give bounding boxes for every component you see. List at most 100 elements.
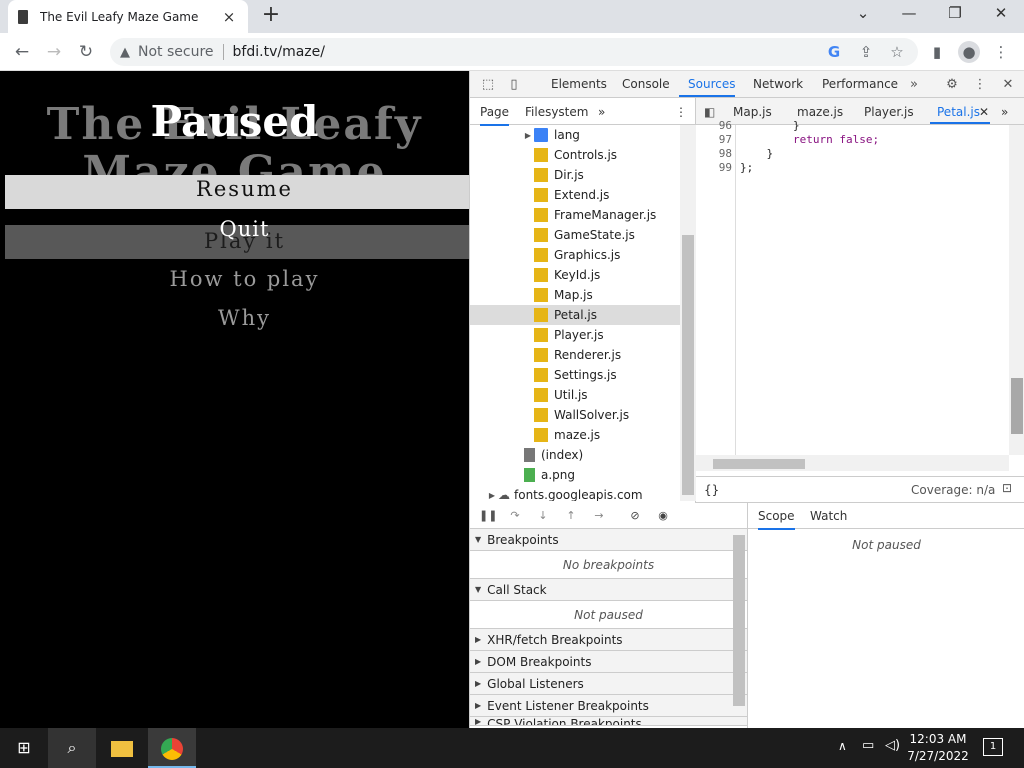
tree-item-file[interactable]: (index) <box>470 445 680 465</box>
how-to-play-menu-item[interactable]: How to play <box>0 267 469 291</box>
tree-item-file[interactable]: Map.js <box>470 285 680 305</box>
tree-item-folder[interactable]: ▶ lang <box>470 125 680 145</box>
editor-tab-petal[interactable]: Petal.js <box>937 105 980 119</box>
step-into-icon[interactable]: ↓ <box>535 508 551 524</box>
csp-violation-breakpoints-section-header[interactable]: ▶ CSP Violation Breakpoints <box>470 717 747 726</box>
editor-tab-maze[interactable]: maze.js <box>797 105 843 119</box>
settings-gear-icon[interactable]: ⚙ <box>942 75 962 95</box>
deactivate-breakpoints-icon[interactable]: ⊘ <box>627 508 643 524</box>
step-over-icon[interactable]: ↷ <box>507 508 523 524</box>
clock[interactable]: 12:03 AM 7/27/2022 <box>905 731 971 765</box>
tab-watch[interactable]: Watch <box>810 509 847 523</box>
tab-scope[interactable]: Scope <box>758 509 795 530</box>
line-number[interactable]: 99 <box>696 161 732 174</box>
warning-icon[interactable]: ▲ <box>120 45 130 60</box>
toggle-navigator-icon[interactable]: ◧ <box>704 105 715 119</box>
url-text[interactable]: bfdi.tv/maze/ <box>233 44 325 60</box>
toggle-drawer-icon[interactable]: ⊡ <box>1002 481 1012 495</box>
more-editor-tabs-icon[interactable]: » <box>1001 105 1008 119</box>
pretty-print-button[interactable]: {} <box>704 483 719 497</box>
google-lens-icon[interactable]: G <box>823 41 845 63</box>
menu-kebab-icon[interactable]: ⋮ <box>990 41 1012 63</box>
more-navigator-tabs-icon[interactable]: » <box>598 105 605 119</box>
navtab-filesystem[interactable]: Filesystem <box>525 105 588 119</box>
pause-resume-icon[interactable]: ❚❚ <box>479 508 497 524</box>
inspect-element-icon[interactable]: ⬚ <box>478 75 498 95</box>
event-listener-breakpoints-section-header[interactable]: ▶ Event Listener Breakpoints <box>470 695 747 717</box>
editor-tab-map[interactable]: Map.js <box>733 105 772 119</box>
profile-avatar-icon[interactable]: ● <box>958 41 980 63</box>
expand-arrow-icon[interactable]: ▶ <box>486 491 498 500</box>
resume-button[interactable]: Resume <box>0 177 469 201</box>
pause-on-exceptions-icon[interactable]: ◉ <box>655 508 671 524</box>
tree-item-file-selected[interactable]: Petal.js <box>470 305 680 325</box>
side-panel-icon[interactable]: ▮ <box>926 41 948 63</box>
notifications-icon[interactable]: 1 <box>983 738 1003 756</box>
code-line[interactable]: } <box>740 147 773 160</box>
dom-breakpoints-section-header[interactable]: ▶ DOM Breakpoints <box>470 651 747 673</box>
tree-item-file[interactable]: KeyId.js <box>470 265 680 285</box>
more-tabs-icon[interactable]: » <box>904 75 924 95</box>
new-tab-button[interactable]: + <box>260 4 282 27</box>
tree-item-domain[interactable]: ▶ ☁ fonts.googleapis.com <box>470 485 680 501</box>
forward-button[interactable]: → <box>42 40 66 64</box>
tree-item-file[interactable]: a.png <box>470 465 680 485</box>
tree-item-file[interactable]: Graphics.js <box>470 245 680 265</box>
tab-sources[interactable]: Sources <box>688 77 735 91</box>
tab-performance[interactable]: Performance <box>822 77 898 91</box>
debugger-scroll-thumb[interactable] <box>733 535 745 706</box>
tab-elements[interactable]: Elements <box>551 77 607 91</box>
volume-icon[interactable]: ◁) <box>885 738 900 753</box>
tree-item-file[interactable]: Dir.js <box>470 165 680 185</box>
tree-item-file[interactable]: Settings.js <box>470 365 680 385</box>
line-number[interactable]: 96 <box>696 119 732 132</box>
network-icon[interactable]: ▭ <box>862 738 874 753</box>
device-toolbar-icon[interactable]: ▯ <box>504 75 524 95</box>
tab-network[interactable]: Network <box>753 77 803 91</box>
step-out-icon[interactable]: ↑ <box>563 508 579 524</box>
call-stack-section-header[interactable]: ▼ Call Stack <box>470 579 747 601</box>
tab-console[interactable]: Console <box>622 77 670 91</box>
tree-item-file[interactable]: Controls.js <box>470 145 680 165</box>
xhr-breakpoints-section-header[interactable]: ▶ XHR/fetch Breakpoints <box>470 629 747 651</box>
browser-tab[interactable]: The Evil Leafy Maze Game × <box>8 0 248 33</box>
line-number[interactable]: 97 <box>696 133 732 146</box>
address-bar[interactable]: ▲ Not secure bfdi.tv/maze/ <box>110 38 918 66</box>
share-icon[interactable]: ⇪ <box>855 41 877 63</box>
expand-arrow-icon[interactable]: ▶ <box>522 131 534 140</box>
code-line[interactable]: }; <box>740 161 753 174</box>
close-editor-tab-icon[interactable]: ✕ <box>979 105 989 119</box>
devtools-menu-icon[interactable]: ⋮ <box>970 75 990 95</box>
tree-item-file[interactable]: Extend.js <box>470 185 680 205</box>
file-explorer-icon[interactable] <box>98 728 146 768</box>
navigator-menu-icon[interactable]: ⋮ <box>675 105 687 119</box>
step-icon[interactable]: → <box>591 508 607 524</box>
tree-item-file[interactable]: GameState.js <box>470 225 680 245</box>
editor-horizontal-scroll-thumb[interactable] <box>713 459 805 469</box>
back-button[interactable]: ← <box>10 40 34 64</box>
why-menu-item[interactable]: Why <box>0 306 469 330</box>
breakpoints-section-header[interactable]: ▼ Breakpoints <box>470 529 747 551</box>
line-number[interactable]: 98 <box>696 147 732 160</box>
tab-close-icon[interactable]: × <box>220 8 238 26</box>
close-window-button[interactable]: ✕ <box>986 4 1016 26</box>
chrome-taskbar-icon[interactable] <box>148 728 196 768</box>
show-hidden-icons-icon[interactable]: ∧ <box>838 739 847 753</box>
code-line[interactable]: return false; <box>740 133 879 146</box>
global-listeners-section-header[interactable]: ▶ Global Listeners <box>470 673 747 695</box>
minimize-button[interactable]: — <box>894 4 924 26</box>
restore-button[interactable]: ❐ <box>940 4 970 26</box>
quit-button[interactable]: Quit <box>0 217 469 241</box>
navigator-scroll-thumb[interactable] <box>682 235 694 495</box>
game-canvas[interactable]: The Evil Leafy Maze Game Paused Resume P… <box>0 71 469 728</box>
bookmark-star-icon[interactable]: ☆ <box>886 41 908 63</box>
tree-item-file[interactable]: Player.js <box>470 325 680 345</box>
tree-item-file[interactable]: FrameManager.js <box>470 205 680 225</box>
close-devtools-icon[interactable]: ✕ <box>998 75 1018 95</box>
code-line[interactable]: } <box>740 119 800 132</box>
tree-item-file[interactable]: Renderer.js <box>470 345 680 365</box>
tab-search-icon[interactable]: ⌄ <box>848 4 878 26</box>
search-icon[interactable]: ⌕ <box>48 728 96 768</box>
editor-tab-player[interactable]: Player.js <box>864 105 914 119</box>
navtab-page[interactable]: Page <box>480 105 510 126</box>
